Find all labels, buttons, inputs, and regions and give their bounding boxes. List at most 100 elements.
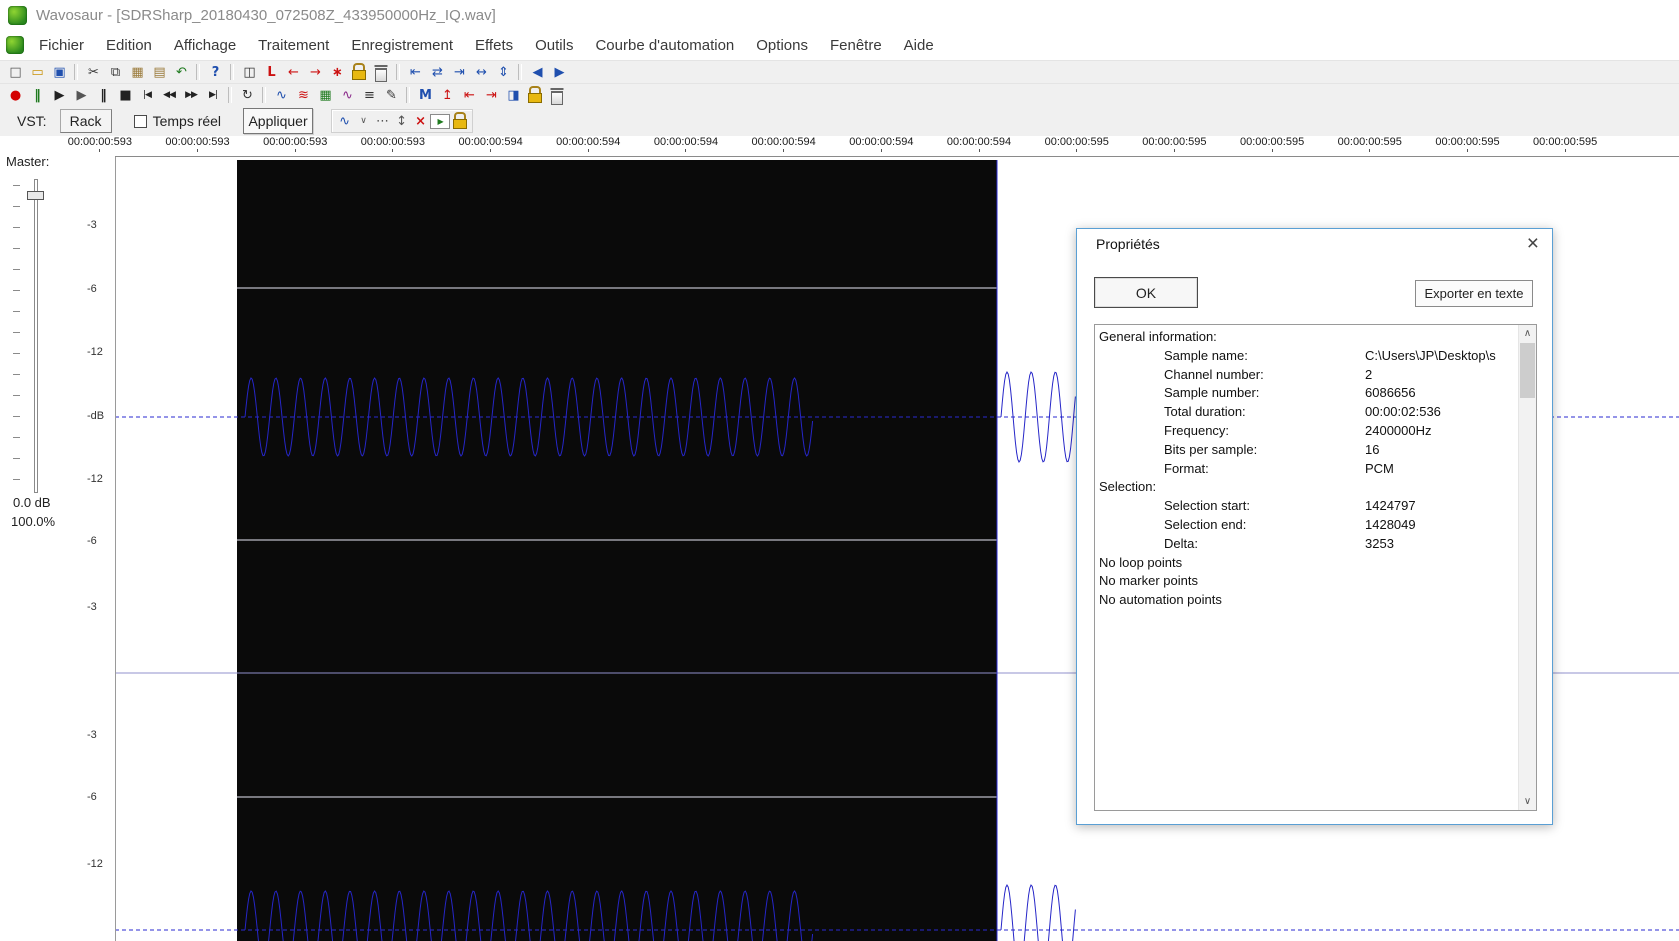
zoom-sel-start-icon[interactable]: ⇤ bbox=[404, 62, 426, 82]
red-arrow-left-icon[interactable]: ← bbox=[282, 62, 304, 82]
vst-bar: VST: Rack Temps réel Appliquer ∿ ∨ ⋯ ↕ ×… bbox=[0, 106, 1679, 136]
volume-slider-track[interactable] bbox=[34, 179, 38, 493]
ruler-timestamp: 00:00:00:595 bbox=[1028, 136, 1126, 152]
zoom-horizontal-icon[interactable]: ↔ bbox=[470, 62, 492, 82]
spectrum-icon[interactable]: ≋ bbox=[292, 85, 314, 105]
separator bbox=[196, 64, 200, 80]
monitor-icon[interactable]: ◫ bbox=[238, 62, 260, 82]
resize-vertical-icon[interactable]: ↕ bbox=[392, 111, 410, 131]
ok-button[interactable]: OK bbox=[1094, 277, 1198, 308]
pencil-icon[interactable]: ✎ bbox=[380, 85, 402, 105]
paste-special-icon[interactable]: ▤ bbox=[148, 62, 170, 82]
properties-list[interactable]: General information: Sample name: C:\Use… bbox=[1094, 324, 1537, 811]
prev-view-icon[interactable]: ◀ bbox=[526, 62, 548, 82]
channel-mode-icon[interactable]: ◨ bbox=[502, 85, 524, 105]
toolbar-row-2: ● ‖ ▶ ▶ ‖ ■ |◀ ◀◀ ▶▶ ▶| ↻ ∿ ≋ ▦ ∿ ≡ ✎ M … bbox=[0, 83, 1679, 106]
delete-icon[interactable]: × bbox=[411, 111, 429, 131]
paste-icon[interactable]: ▦ bbox=[126, 62, 148, 82]
pause-alt-icon[interactable]: ‖ bbox=[92, 85, 114, 105]
property-label: Sample name: bbox=[1164, 347, 1248, 363]
menu-item[interactable]: Effets bbox=[464, 37, 524, 54]
stop-icon[interactable]: ■ bbox=[114, 85, 136, 105]
next-view-icon[interactable]: ▶ bbox=[548, 62, 570, 82]
menu-item[interactable]: Fichier bbox=[28, 37, 95, 54]
menu-item[interactable]: Options bbox=[745, 37, 819, 54]
db-scale-label: -12 bbox=[87, 858, 103, 870]
property-row: Format: PCM bbox=[1095, 460, 1536, 479]
realtime-checkbox[interactable] bbox=[133, 114, 147, 128]
db-scale-label: -12 bbox=[87, 346, 103, 358]
lock-icon[interactable] bbox=[524, 85, 546, 105]
automation-curve-icon[interactable]: ∿ bbox=[335, 111, 353, 131]
menu-item[interactable]: Edition bbox=[95, 37, 163, 54]
zoom-vertical-icon[interactable]: ⇕ bbox=[492, 62, 514, 82]
copy-icon[interactable]: ⧉ bbox=[104, 62, 126, 82]
wave-tool-icon[interactable]: ∿ bbox=[270, 85, 292, 105]
loop-icon[interactable]: ↻ bbox=[236, 85, 258, 105]
menu-item[interactable]: Fenêtre bbox=[819, 37, 893, 54]
red-right-bar-icon[interactable]: ⇥ bbox=[480, 85, 502, 105]
menu-item[interactable]: Enregistrement bbox=[340, 37, 464, 54]
property-label: No marker points bbox=[1099, 573, 1198, 589]
filter-icon[interactable]: ∿ bbox=[336, 85, 358, 105]
zoom-sel-end-icon[interactable]: ⇥ bbox=[448, 62, 470, 82]
cut-icon[interactable]: ✂ bbox=[82, 62, 104, 82]
play-selection-icon[interactable]: ▶ bbox=[70, 85, 92, 105]
ruler-timestamp: 00:00:00:593 bbox=[344, 136, 442, 152]
dropdown-chevron-icon[interactable]: ∨ bbox=[354, 111, 372, 131]
red-burst-icon[interactable]: ∗ bbox=[326, 62, 348, 82]
help-icon[interactable]: ? bbox=[204, 62, 226, 82]
scrollbar-thumb[interactable] bbox=[1520, 343, 1535, 398]
menu-item[interactable]: Traitement bbox=[247, 37, 340, 54]
undo-icon[interactable]: ↶ bbox=[170, 62, 192, 82]
lock-icon[interactable] bbox=[348, 62, 370, 82]
scroll-down-icon[interactable]: ∨ bbox=[1519, 793, 1536, 810]
property-value: 1424797 bbox=[1365, 498, 1416, 514]
export-text-button[interactable]: Exporter en texte bbox=[1415, 280, 1533, 307]
volume-slider-handle[interactable] bbox=[27, 191, 44, 200]
left-marker-icon[interactable]: L bbox=[260, 62, 282, 82]
play-icon[interactable]: ▶ bbox=[48, 85, 70, 105]
scrollbar[interactable]: ∧ ∨ bbox=[1518, 325, 1536, 810]
red-arrow-right-icon[interactable]: → bbox=[304, 62, 326, 82]
apply-button[interactable]: Appliquer bbox=[243, 108, 314, 134]
analysis-icon[interactable]: ≡ bbox=[358, 85, 380, 105]
property-row: Bits per sample: 16 bbox=[1095, 441, 1536, 460]
wavosaur-window: { "window": { "title": "Wavosaur - [SDRS… bbox=[0, 0, 1679, 941]
rack-button[interactable]: Rack bbox=[59, 109, 112, 133]
red-up-arrow-icon[interactable]: ↥ bbox=[436, 85, 458, 105]
new-file-icon[interactable]: □ bbox=[4, 62, 26, 82]
record-icon[interactable]: ● bbox=[4, 85, 26, 105]
menu-item[interactable]: Aide bbox=[893, 37, 945, 54]
trash-icon[interactable] bbox=[370, 62, 392, 82]
play-vst-icon[interactable]: ▶ bbox=[430, 113, 451, 129]
fast-forward-icon[interactable]: ▶▶ bbox=[180, 85, 202, 105]
dots-icon[interactable]: ⋯ bbox=[373, 111, 391, 131]
zoom-swap-icon[interactable]: ⇄ bbox=[426, 62, 448, 82]
pause-icon[interactable]: ‖ bbox=[26, 85, 48, 105]
menu-item[interactable]: Courbe d'automation bbox=[584, 37, 745, 54]
menu-item[interactable]: Outils bbox=[524, 37, 584, 54]
close-icon[interactable]: × bbox=[1527, 231, 1539, 257]
time-ruler[interactable]: 00:00:00:593 00:00:00:593 00:00:00:593 0… bbox=[0, 136, 1679, 157]
property-row: No automation points bbox=[1095, 591, 1536, 610]
property-label: Channel number: bbox=[1164, 366, 1264, 382]
goto-start-icon[interactable]: |◀ bbox=[136, 85, 158, 105]
trash-icon[interactable] bbox=[546, 85, 568, 105]
db-scale-label: -dB bbox=[87, 410, 105, 422]
lock-icon[interactable] bbox=[451, 111, 469, 131]
property-row: Total duration: 00:00:02:536 bbox=[1095, 403, 1536, 422]
goto-end-icon[interactable]: ▶| bbox=[202, 85, 224, 105]
red-left-bar-icon[interactable]: ⇤ bbox=[458, 85, 480, 105]
ruler-timestamp: 00:00:00:595 bbox=[1516, 136, 1614, 152]
save-file-icon[interactable]: ▣ bbox=[48, 62, 70, 82]
property-value: 1428049 bbox=[1365, 516, 1416, 532]
rewind-icon[interactable]: ◀◀ bbox=[158, 85, 180, 105]
statistics-icon[interactable]: ▦ bbox=[314, 85, 336, 105]
property-value: 00:00:02:536 bbox=[1365, 404, 1441, 420]
master-label: Master: bbox=[6, 154, 50, 169]
scroll-up-icon[interactable]: ∧ bbox=[1519, 325, 1536, 342]
open-file-icon[interactable]: ▭ bbox=[26, 62, 48, 82]
menu-item[interactable]: Affichage bbox=[163, 37, 247, 54]
marker-m-icon[interactable]: M bbox=[414, 85, 436, 105]
